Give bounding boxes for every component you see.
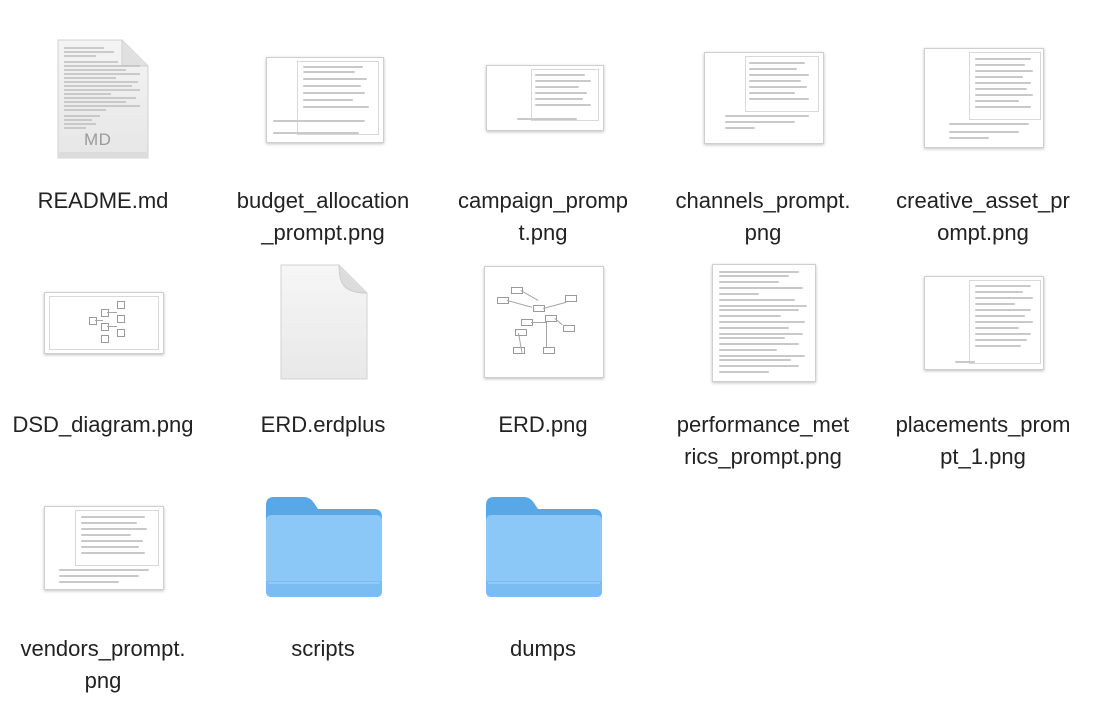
file-label: dumps — [509, 636, 577, 661]
file-label: placements_prom pt_1.png — [895, 412, 1071, 469]
file-item-erd-png[interactable]: ERD.png — [433, 259, 653, 437]
file-label: creative_asset_pr ompt.png — [896, 188, 1070, 245]
file-label: DSD_diagram.png — [12, 412, 194, 437]
file-item-dsd-diagram[interactable]: DSD_diagram.png — [0, 259, 213, 437]
image-thumbnail — [266, 57, 384, 143]
image-thumbnail — [712, 264, 816, 382]
file-label: README.md — [37, 188, 169, 213]
finder-icon-grid: MD README.md budget_allocation _prompt.p… — [0, 0, 1098, 708]
file-item-campaign-prompt[interactable]: campaign_promp t.png — [433, 35, 653, 245]
file-label: budget_allocation _prompt.png — [236, 188, 410, 245]
file-item-channels-prompt[interactable]: channels_prompt. png — [653, 35, 873, 245]
image-thumbnail — [704, 52, 824, 144]
image-thumbnail — [486, 65, 604, 131]
file-item-readme[interactable]: MD README.md — [0, 35, 213, 213]
folder-icon — [486, 497, 602, 597]
file-item-budget-allocation-prompt[interactable]: budget_allocation _prompt.png — [213, 35, 433, 245]
file-label: ERD.erdplus — [260, 412, 386, 437]
md-badge: MD — [84, 130, 112, 149]
image-thumbnail — [924, 276, 1044, 370]
file-label: channels_prompt. png — [675, 188, 851, 245]
folder-item-scripts[interactable]: scripts — [213, 483, 433, 661]
file-item-placements-prompt-1[interactable]: placements_prom pt_1.png — [873, 259, 1093, 469]
file-item-erd-erdplus[interactable]: ERD.erdplus — [213, 259, 433, 437]
folder-icon — [266, 497, 382, 597]
image-thumbnail — [44, 506, 164, 590]
file-label: ERD.png — [498, 412, 588, 437]
folder-item-dumps[interactable]: dumps — [433, 483, 653, 661]
file-label: vendors_prompt. png — [20, 636, 186, 693]
file-label: performance_met rics_prompt.png — [676, 412, 850, 469]
file-label: scripts — [291, 636, 355, 661]
file-item-vendors-prompt[interactable]: vendors_prompt. png — [0, 483, 213, 693]
image-thumbnail — [44, 292, 164, 354]
file-item-creative-asset-prompt[interactable]: creative_asset_pr ompt.png — [873, 35, 1093, 245]
file-label: campaign_promp t.png — [458, 188, 628, 245]
image-thumbnail — [484, 266, 604, 378]
file-item-performance-metrics-prompt[interactable]: performance_met rics_prompt.png — [653, 259, 873, 469]
blank-document-icon — [280, 264, 368, 380]
image-thumbnail — [924, 48, 1044, 148]
